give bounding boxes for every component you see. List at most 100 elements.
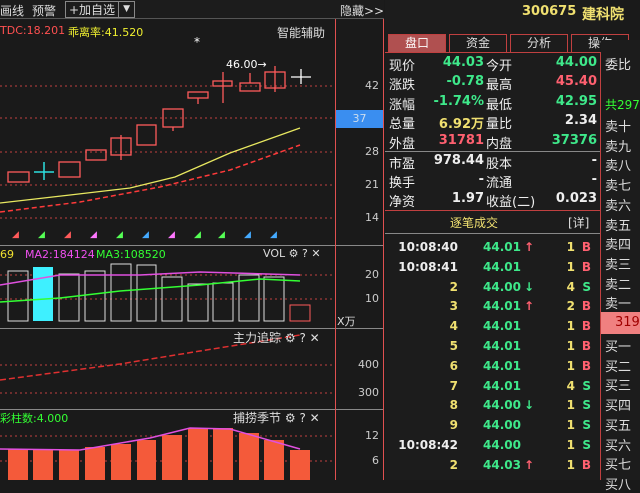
price-axis-label: 28 (365, 145, 379, 158)
sell-level-label[interactable]: 卖十 (605, 116, 631, 135)
chevron-down-icon[interactable]: ▼ (118, 2, 134, 17)
star-marker: * (194, 35, 200, 49)
arrow-up-icon: ↑ (524, 299, 535, 314)
quote-row: 涨幅 -1.74% 最低 42.95 (389, 94, 597, 113)
sell-level-label[interactable]: 卖二 (605, 274, 631, 293)
buy-level-label[interactable]: 买八 (605, 474, 631, 493)
tick-volume: 1 (566, 259, 575, 274)
panel-divider[interactable] (383, 19, 384, 480)
tab-funds[interactable]: 资金 (449, 34, 507, 52)
smart-assist-button[interactable]: 智能辅助 (277, 24, 325, 41)
gear-icon[interactable]: ⚙ (289, 247, 299, 260)
gear-icon[interactable]: ⚙ (285, 411, 296, 425)
quote-label: 最高 (486, 78, 513, 93)
svg-text:◢: ◢ (90, 230, 97, 240)
vol-ma2-label: MA2:184124 (25, 248, 95, 261)
track-axis-label: 300 (358, 386, 379, 399)
sell-level-label[interactable]: 卖四 (605, 234, 631, 253)
sell-level-label[interactable]: 卖九 (605, 136, 631, 155)
candle (187, 91, 209, 99)
stock-name: 建科院 (582, 7, 624, 23)
tab-handicap[interactable]: 盘口 (388, 34, 446, 52)
high-price-label: 46.00→ (226, 58, 267, 71)
price-axis-label: 21 (365, 178, 379, 191)
sell-level-label[interactable]: 卖五 (605, 215, 631, 234)
quote-label: 内盘 (486, 137, 513, 152)
tick-volume: 4 (566, 279, 575, 294)
hide-panel-button[interactable]: 隐藏>> (340, 2, 384, 19)
quote-value: 31781 (438, 133, 484, 148)
quote-label: 最低 (486, 98, 513, 113)
tab-analysis[interactable]: 分析 (510, 34, 568, 52)
volume-bar-highlight (33, 267, 53, 321)
close-icon[interactable]: ✕ (310, 331, 320, 345)
arrow-down-icon: ↓ (524, 279, 535, 294)
tick-side: B (581, 457, 591, 472)
arrow-up-icon: ↑ (524, 240, 535, 254)
arrow-up-icon: ↑ (524, 457, 535, 472)
tick-time: 4 (449, 319, 458, 334)
tick-row: 5 44.01 1 B (390, 339, 595, 358)
sell-level-label[interactable]: 卖三 (605, 254, 631, 273)
svg-text:◢: ◢ (38, 230, 45, 240)
quote-label: 换手 (389, 176, 416, 191)
tick-row: 10:08:42 44.00 1 S (390, 438, 595, 457)
help-icon[interactable]: ? (302, 247, 308, 260)
quote-value: 44.00 (555, 55, 597, 70)
tick-row: 3 44.01 ↑ 2 B (390, 299, 595, 318)
buy-level-label[interactable]: 买六 (605, 435, 631, 454)
tick-side: B (581, 299, 591, 314)
quote-row: 外盘 31781 内盘 37376 (389, 133, 597, 152)
tick-list-title: 逐笔成交 (450, 216, 499, 230)
tick-detail-button[interactable]: [详] (568, 214, 589, 231)
svg-text:◢: ◢ (12, 230, 19, 240)
help-icon[interactable]: ? (299, 411, 305, 425)
close-icon[interactable]: ✕ (311, 247, 320, 260)
sell-level-label[interactable]: 卖六 (605, 195, 631, 214)
tick-time: 6 (449, 358, 458, 373)
sell-level-label[interactable]: 卖七 (605, 175, 631, 194)
svg-text:◢: ◢ (116, 230, 123, 240)
buy-level-label[interactable]: 买四 (605, 395, 631, 414)
tick-volume: 2 (566, 299, 575, 314)
divider (385, 52, 601, 53)
alert-button[interactable]: 预警 (32, 2, 56, 19)
svg-text:◢: ◢ (168, 230, 175, 240)
tick-side: S (582, 438, 591, 452)
sell-level-label[interactable]: 卖八 (605, 155, 631, 174)
buy-level-label[interactable]: 买二 (605, 356, 631, 375)
quote-label: 涨幅 (389, 98, 416, 113)
buy-level-label[interactable]: 买七 (605, 454, 631, 473)
pane-divider[interactable] (0, 245, 384, 246)
quote-label: 今开 (486, 59, 513, 74)
add-watchlist-button[interactable]: +加自选 ▼ (65, 1, 135, 18)
sell-level-label[interactable]: 卖一 (605, 293, 631, 312)
tick-volume: 1 (566, 457, 575, 472)
tick-row: 6 44.01 1 B (390, 359, 595, 378)
tick-row: 7 44.01 4 S (390, 379, 595, 398)
quote-label: 收益(二) (486, 195, 536, 210)
quote-value: 6.92万 (438, 117, 484, 132)
close-icon[interactable]: ✕ (310, 411, 320, 425)
help-icon[interactable]: ? (299, 331, 305, 345)
buy-level-label[interactable]: 买一 (605, 336, 631, 355)
tick-side: S (582, 279, 591, 294)
arrow-down-icon: ↓ (524, 398, 535, 413)
quote-label: 量比 (486, 117, 513, 132)
svg-text:◢: ◢ (64, 230, 71, 240)
quote-label: 股本 (486, 157, 513, 172)
draw-line-button[interactable]: 画线 (0, 2, 24, 19)
buy-level-label[interactable]: 买五 (605, 415, 631, 434)
pane-divider[interactable] (0, 328, 384, 329)
candle (58, 161, 81, 178)
gear-icon[interactable]: ⚙ (285, 331, 296, 345)
buy-level-label[interactable]: 买三 (605, 375, 631, 394)
volume-bars (7, 263, 311, 322)
divider (385, 210, 601, 211)
vol-ma1-label: 69 (0, 248, 14, 261)
vol-ma3-label: MA3:108520 (96, 248, 166, 261)
season-pane-header: 捕捞季节 ⚙ ? ✕ (233, 409, 320, 426)
tick-row: 10:08:40 44.01 ↑ 1 B (390, 240, 595, 259)
order-total-label: 共297 (605, 98, 640, 112)
quote-value: -1.74% (433, 94, 485, 109)
